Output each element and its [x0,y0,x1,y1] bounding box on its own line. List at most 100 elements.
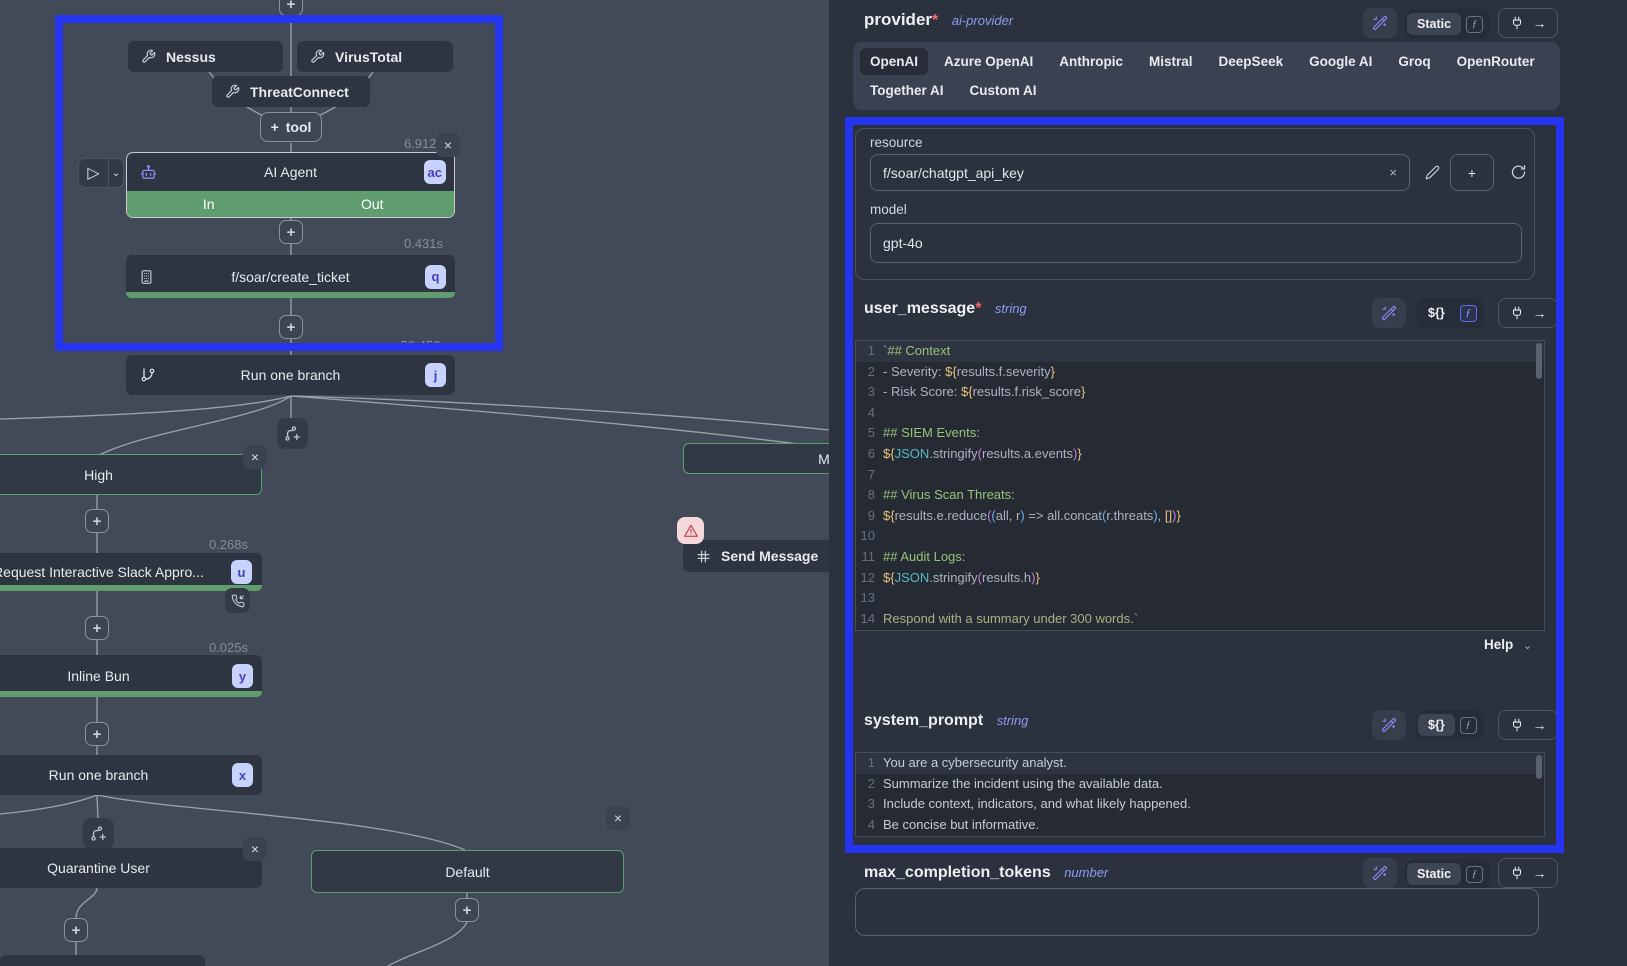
code-line[interactable]: 2Summarize the incident using the availa… [856,774,1544,795]
provider-tab-custom-ai[interactable]: Custom AI [960,77,1047,104]
provider-tab-openai[interactable]: OpenAI [860,48,928,75]
suspend-approval-chip[interactable] [225,588,250,613]
max-tokens-input[interactable] [855,888,1539,936]
code-line[interactable]: 4Be concise but informative. [856,815,1544,836]
code-line[interactable]: 1`## Context [856,341,1544,362]
ai-fill-button[interactable] [1372,710,1406,740]
add-step-button[interactable]: + [85,509,109,533]
code-line[interactable]: 5## SIEM Events: [856,423,1544,444]
input-mode-toggle[interactable]: Static ƒ [1405,9,1490,39]
function-mode-icon[interactable]: ƒ [1460,717,1477,734]
add-resource-button[interactable]: + [1450,154,1494,191]
code-line[interactable]: 12${JSON.stringify(results.h)} [856,568,1544,589]
add-step-button[interactable]: + [85,616,109,640]
model-input[interactable]: gpt-4o [870,223,1522,263]
node-send-message[interactable]: Send Message [683,540,829,572]
node-run-one-branch-1[interactable]: Run one branch j [126,355,455,395]
step-id-badge[interactable]: y [232,664,253,688]
node-quarantine-user[interactable]: Quarantine User [0,848,262,888]
code-line[interactable]: 6${JSON.stringify(results.a.events)} [856,444,1544,465]
provider-tab-mistral[interactable]: Mistral [1139,48,1203,75]
static-mode-segment[interactable]: Static [1407,863,1461,885]
node-nessus[interactable]: Nessus [128,41,283,72]
static-mode-segment[interactable]: Static [1407,13,1461,35]
user-message-code-editor[interactable]: 1`## Context2- Severity: ${results.f.sev… [855,340,1545,631]
code-line[interactable]: 4 [856,403,1544,424]
node-branch-default[interactable]: Default [311,850,624,893]
remove-branch-button[interactable]: × [243,445,267,469]
connect-input-group[interactable]: → [1498,298,1558,328]
add-step-button[interactable]: + [279,220,303,244]
agent-input-handle[interactable]: In [127,191,291,217]
node-branch-high[interactable]: High [0,454,262,495]
code-line[interactable]: 3- Risk Score: ${results.f.risk_score} [856,382,1544,403]
function-mode-icon[interactable]: ƒ [1466,866,1483,883]
node-ai-agent[interactable]: AI Agent ac In Out [126,152,455,218]
step-id-badge[interactable]: u [231,560,252,584]
ai-fill-button[interactable] [1363,858,1397,888]
connect-input-group[interactable]: → [1498,8,1558,38]
add-branch-button[interactable] [83,818,114,849]
ai-fill-button[interactable] [1363,8,1397,38]
provider-tab-together-ai[interactable]: Together AI [860,77,954,104]
help-toggle[interactable]: Help ⌄ [1484,637,1532,652]
node-slack-approval[interactable]: Request Interactive Slack Appro... u [0,553,262,591]
code-line[interactable]: 13 [856,588,1544,609]
remove-node-button[interactable]: × [436,133,460,157]
provider-tab-google-ai[interactable]: Google AI [1299,48,1382,75]
refresh-resource-button[interactable] [1504,158,1532,186]
code-line[interactable]: 8## Virus Scan Threats: [856,485,1544,506]
warning-chip[interactable] [677,517,704,544]
code-line[interactable]: 3Include context, indicators, and what l… [856,794,1544,815]
edit-resource-button[interactable] [1419,159,1445,185]
code-line[interactable]: 7 [856,465,1544,486]
step-id-badge[interactable]: x [232,763,253,787]
node-run-one-branch-2[interactable]: Run one branch x [0,755,262,795]
resource-input[interactable]: f/soar/chatgpt_api_key × [870,154,1410,191]
code-line[interactable]: 10 [856,526,1544,547]
template-mode-segment[interactable]: ${} [1418,714,1455,736]
provider-tab-anthropic[interactable]: Anthropic [1049,48,1133,75]
provider-tab-azure-openai[interactable]: Azure OpenAI [934,48,1043,75]
code-line[interactable]: 9${results.e.reduce((all, r) => all.conc… [856,506,1544,527]
step-id-badge[interactable]: q [425,265,446,289]
add-step-button[interactable]: + [64,918,88,942]
node-branch-medium[interactable]: Medium [683,443,829,474]
add-step-button[interactable]: + [85,722,109,746]
system-prompt-code-editor[interactable]: 1You are a cybersecurity analyst.2Summar… [855,752,1545,837]
connect-input-group[interactable]: → [1498,858,1558,888]
remove-branch-button[interactable]: × [243,837,267,861]
provider-tab-openrouter[interactable]: OpenRouter [1447,48,1545,75]
add-branch-button[interactable] [277,418,308,449]
node-inline-bun[interactable]: Inline Bun y [0,655,262,697]
code-line[interactable]: 14Respond with a summary under 300 words… [856,609,1544,630]
remove-branch-button[interactable]: × [606,806,630,830]
template-mode-segment[interactable]: ${} [1418,302,1455,324]
node-create-ticket[interactable]: f/soar/create_ticket q [126,255,455,298]
connect-input-group[interactable]: → [1498,710,1558,740]
provider-tab-deepseek[interactable]: DeepSeek [1209,48,1294,75]
add-step-button[interactable]: + [455,898,479,922]
code-line[interactable]: 1You are a cybersecurity analyst. [856,753,1544,774]
add-step-button[interactable]: + [279,0,303,16]
run-options-chevron[interactable]: ⌄ [108,159,123,187]
node-threatconnect[interactable]: ThreatConnect [212,76,370,107]
function-mode-icon[interactable]: ƒ [1460,305,1477,322]
add-step-button[interactable]: + [279,315,303,339]
input-mode-toggle[interactable]: ${} ƒ [1416,298,1484,328]
input-mode-toggle[interactable]: ${} ƒ [1416,710,1484,740]
input-mode-toggle[interactable]: Static ƒ [1405,859,1490,889]
editor-scrollbar[interactable] [1536,755,1542,779]
node-bottom-partial[interactable] [0,955,205,966]
clear-resource-icon[interactable]: × [1389,165,1397,180]
agent-output-handle[interactable]: Out [291,191,455,217]
step-id-badge[interactable]: j [425,363,446,387]
add-tool-button[interactable]: + tool [260,112,322,142]
provider-tab-groq[interactable]: Groq [1388,48,1440,75]
step-id-badge[interactable]: ac [424,160,446,184]
ai-fill-button[interactable] [1372,298,1406,328]
node-virustotal[interactable]: VirusTotal [297,41,453,72]
flow-canvas[interactable]: + Nessus VirusTotal ThreatConnect + tool… [0,0,829,966]
code-line[interactable]: 11## Audit Logs: [856,547,1544,568]
editor-scrollbar[interactable] [1536,343,1542,379]
